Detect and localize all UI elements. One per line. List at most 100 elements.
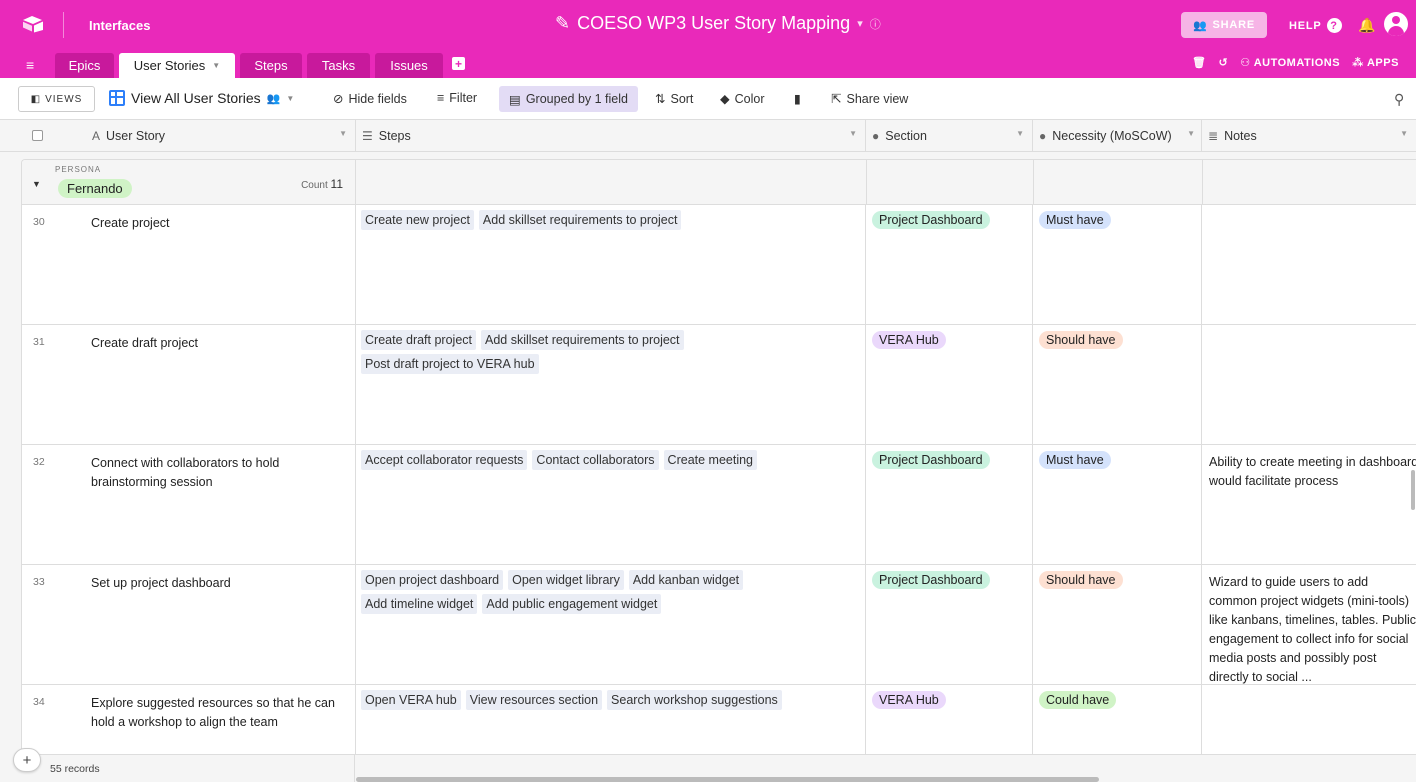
group-header[interactable]: ▼ PERSONA Fernando Count 11 xyxy=(22,160,1416,205)
hide-fields-button[interactable]: ⊘ Hide fields xyxy=(333,91,407,107)
group-button[interactable]: ▤ Grouped by 1 field xyxy=(499,86,638,112)
cell-notes[interactable] xyxy=(1202,205,1416,324)
table-row[interactable]: 30 Create project Create new project Add sk… xyxy=(22,205,1416,325)
step-chip[interactable]: Search workshop suggestions xyxy=(607,690,782,710)
cell-notes[interactable]: Ability to create meeting in dashboard w… xyxy=(1202,445,1416,564)
cell-section[interactable]: Project Dashboard xyxy=(866,445,1033,564)
color-label: Color xyxy=(734,91,765,106)
column-header-steps[interactable]: ☰ Steps ▼ xyxy=(356,120,866,152)
share-button[interactable]: 👥 SHARE xyxy=(1181,12,1267,38)
color-button[interactable]: ◆ Color xyxy=(720,91,765,107)
cell-steps[interactable]: Accept collaborator requests Contact coll… xyxy=(356,445,866,564)
cell-section[interactable]: Project Dashboard xyxy=(866,565,1033,684)
cell-user-story[interactable]: 32 Connect with collaborators to hold bra… xyxy=(22,445,356,564)
necessity-pill: Must have xyxy=(1039,211,1111,229)
search-icon[interactable]: ⚲ xyxy=(1394,91,1404,108)
view-switcher[interactable]: View All User Stories 👥 ▼ xyxy=(109,90,294,106)
views-button[interactable]: ◧ VIEWS xyxy=(18,86,95,112)
step-chip[interactable]: Create new project xyxy=(361,210,474,230)
history-icon[interactable]: ↺ xyxy=(1218,56,1228,69)
view-toolbar: ◧ VIEWS View All User Stories 👥 ▼ ⊘ Hide… xyxy=(0,78,1416,120)
step-chip[interactable]: Create meeting xyxy=(663,450,758,470)
tab-steps[interactable]: Steps xyxy=(240,53,302,78)
chevron-down-icon[interactable]: ▼ xyxy=(1187,129,1195,138)
hamburger-menu-icon[interactable]: ≡ xyxy=(26,57,34,73)
step-chip[interactable]: Open VERA hub xyxy=(361,690,461,710)
table-row[interactable]: 32 Connect with collaborators to hold bra… xyxy=(22,445,1416,565)
chevron-down-icon[interactable]: ▼ xyxy=(212,61,220,70)
cell-necessity[interactable]: Should have xyxy=(1033,565,1202,684)
step-chip[interactable]: Contact collaborators xyxy=(532,450,659,470)
step-chip[interactable]: View resources section xyxy=(465,690,603,710)
collapse-triangle-icon[interactable]: ▼ xyxy=(32,179,41,189)
add-table-button[interactable]: + xyxy=(452,57,465,70)
tab-user-stories[interactable]: User Stories ▼ xyxy=(119,53,235,78)
question-icon: ? xyxy=(1326,18,1342,33)
tab-label: Tasks xyxy=(321,58,356,73)
help-button[interactable]: HELP ? xyxy=(1289,18,1342,33)
airtable-logo-icon[interactable] xyxy=(22,15,44,33)
help-label: HELP xyxy=(1289,19,1322,32)
add-record-button[interactable]: + xyxy=(13,748,41,772)
avatar[interactable] xyxy=(1384,12,1408,36)
tab-issues[interactable]: Issues xyxy=(375,53,443,78)
share-view-button[interactable]: ⇱ Share view xyxy=(831,91,908,107)
sort-button[interactable]: ⇅ Sort xyxy=(655,91,693,107)
step-chip[interactable]: Create draft project xyxy=(361,330,476,350)
step-chip[interactable]: Post draft project to VERA hub xyxy=(361,354,539,374)
step-chip[interactable]: Add timeline widget xyxy=(361,594,478,614)
column-label: User Story xyxy=(106,129,166,143)
automations-button[interactable]: ⚇ AUTOMATIONS xyxy=(1240,56,1340,69)
filter-button[interactable]: ≡ Filter xyxy=(437,91,477,105)
cell-necessity[interactable]: Must have xyxy=(1033,445,1202,564)
step-chip[interactable]: Open project dashboard xyxy=(361,570,504,590)
step-chips: Create draft project Add skillset require… xyxy=(361,330,861,374)
step-chip[interactable]: Add public engagement widget xyxy=(482,594,662,614)
column-header-notes[interactable]: ≣ Notes ▼ xyxy=(1202,120,1416,152)
share-icon: ⇱ xyxy=(831,92,842,106)
trash-icon[interactable]: 🗑 xyxy=(1192,56,1206,69)
group-label: Grouped by 1 field xyxy=(525,92,628,106)
cell-user-story[interactable]: 31 Create draft project xyxy=(22,325,356,444)
cell-section[interactable]: VERA Hub xyxy=(866,325,1033,444)
step-chip[interactable]: Open widget library xyxy=(508,570,624,590)
cell-notes[interactable] xyxy=(1202,325,1416,444)
cell-necessity[interactable]: Must have xyxy=(1033,205,1202,324)
step-chip[interactable]: Add kanban widget xyxy=(628,570,744,590)
step-chip[interactable]: Add skillset requirements to project xyxy=(481,330,684,350)
user-story-text: Create project xyxy=(91,216,170,230)
step-chip[interactable]: Add skillset requirements to project xyxy=(478,210,682,230)
info-icon[interactable]: ⓘ xyxy=(870,16,881,32)
chevron-down-icon[interactable]: ▼ xyxy=(1400,129,1408,138)
bell-icon[interactable]: 🔔 xyxy=(1358,17,1375,34)
cell-steps[interactable]: Create draft project Add skillset require… xyxy=(356,325,866,444)
cell-section[interactable]: Project Dashboard xyxy=(866,205,1033,324)
cell-notes[interactable]: Wizard to guide users to add common proj… xyxy=(1202,565,1416,684)
single-select-icon: ● xyxy=(872,129,880,143)
select-all-checkbox[interactable] xyxy=(32,130,43,141)
cell-user-story[interactable]: 33 Set up project dashboard xyxy=(22,565,356,684)
tab-epics[interactable]: Epics xyxy=(55,53,114,78)
vertical-scrollbar[interactable] xyxy=(1411,470,1415,510)
column-header-necessity[interactable]: ● Necessity (MoSCoW) ▼ xyxy=(1033,120,1202,152)
cell-user-story[interactable]: 30 Create project xyxy=(22,205,356,324)
apps-label: APPS xyxy=(1366,57,1399,69)
section-pill: Project Dashboard xyxy=(872,451,990,469)
chevron-down-icon[interactable]: ▼ xyxy=(1016,129,1024,138)
chevron-down-icon[interactable]: ▼ xyxy=(849,129,857,138)
table-row[interactable]: 33 Set up project dashboard Open project d… xyxy=(22,565,1416,685)
column-header-user-story[interactable]: A User Story ▼ xyxy=(0,120,356,152)
horizontal-scrollbar[interactable] xyxy=(356,777,1099,782)
cell-steps[interactable]: Create new project Add skillset requireme… xyxy=(356,205,866,324)
row-height-button[interactable]: ▮ xyxy=(794,91,801,106)
table-row[interactable]: 31 Create draft project Create draft proje… xyxy=(22,325,1416,445)
column-header-section[interactable]: ● Section ▼ xyxy=(866,120,1033,152)
cell-steps[interactable]: Open project dashboard Open widget librar… xyxy=(356,565,866,684)
tab-tasks[interactable]: Tasks xyxy=(307,53,370,78)
apps-button[interactable]: ⁂ APPS xyxy=(1352,56,1399,69)
cell-necessity[interactable]: Should have xyxy=(1033,325,1202,444)
step-chip[interactable]: Accept collaborator requests xyxy=(361,450,528,470)
interfaces-link[interactable]: Interfaces xyxy=(89,18,150,33)
base-title[interactable]: ✎ COESO WP3 User Story Mapping ▾ ⓘ xyxy=(555,13,881,34)
chevron-down-icon[interactable]: ▼ xyxy=(339,129,347,138)
